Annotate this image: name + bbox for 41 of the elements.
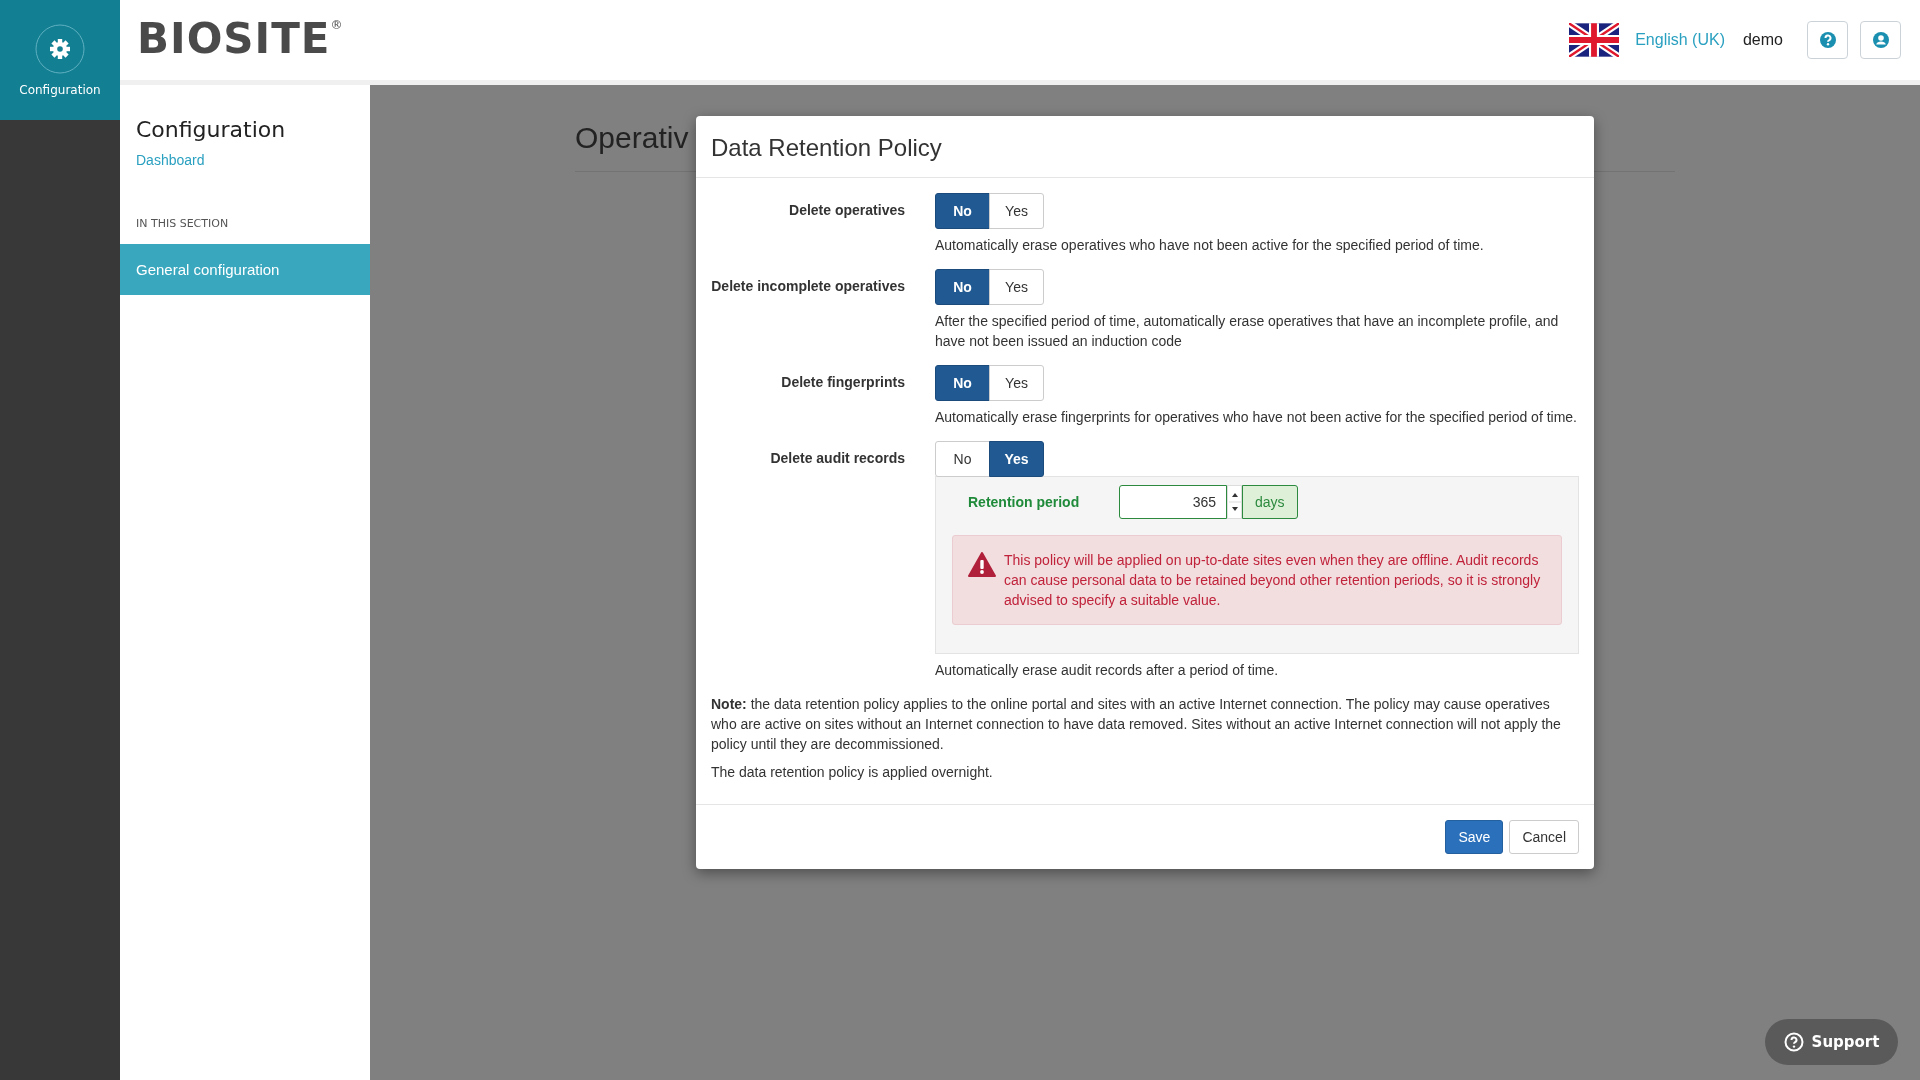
toggle-option[interactable]: Yes: [989, 193, 1044, 229]
toggle-option[interactable]: No: [935, 365, 990, 401]
help-icon: [1818, 31, 1837, 49]
setting-label: Delete audit records: [769, 449, 905, 468]
toggle-option[interactable]: No: [935, 193, 990, 229]
toggle-option[interactable]: Yes: [989, 441, 1044, 477]
setting-label: Delete operatives: [788, 201, 905, 220]
help-text: Automatically erase fingerprints for operatives who have not been active for the specified period of time.: [935, 408, 1578, 427]
note-text: The data retention policy is applied overnight.: [711, 764, 994, 780]
logo: BIOSITE$^{®}$: [137, 13, 344, 63]
cancel-button[interactable]: Cancel: [1509, 820, 1579, 854]
configuration-tile[interactable]: Configuration: [0, 0, 120, 120]
toggle-option[interactable]: No: [935, 269, 990, 305]
help-text: After the specified period of time, automatically erase operatives that have an incomplete profile, and have not been issued an induction code: [935, 312, 1560, 351]
gear-icon: [34, 23, 86, 75]
warning-text: This policy will be applied on up-to-date sites even when they are offline. Audit records can cause personal data to be retained beyond other retention periods, so it is strongly advised to specify a suitable value.: [1004, 551, 1542, 610]
unit-addon: days: [1242, 485, 1298, 519]
help-text: Automatically erase audit records after a period of time.: [935, 661, 1280, 680]
toggle-option[interactable]: Yes: [989, 269, 1044, 305]
retention-label: Retention period: [967, 494, 1081, 510]
user-button[interactable]: [1860, 21, 1901, 59]
setting-label: Delete incomplete operatives: [711, 277, 905, 296]
section-heading: IN THIS SECTION: [135, 216, 230, 232]
help-button[interactable]: [1807, 21, 1848, 59]
page-title: Operativ: [575, 121, 689, 155]
sidebar-title: Configuration: [135, 117, 287, 142]
help-text: Automatically erase operatives who have not been active for the specified period of time.: [935, 236, 1485, 255]
warning-icon: [968, 552, 996, 577]
save-button[interactable]: Save: [1445, 820, 1504, 854]
flag-icon: [1569, 23, 1620, 57]
toggle-option[interactable]: Yes: [989, 365, 1044, 401]
user-icon: [1871, 31, 1890, 49]
setting-label: Delete fingerprints: [780, 373, 905, 392]
username: demo: [1742, 31, 1783, 49]
note-text: Note: the data retention policy applies to the online portal and sites with an active Internet connection. The policy may cause operatives who are active on sites without an Internet connection to have data removed. Sites without an active Internet connection will not apply the policy until they are decommissioned.: [711, 695, 1562, 754]
help-icon: [1783, 1032, 1804, 1052]
toggle-option[interactable]: No: [935, 441, 990, 477]
support-button[interactable]: Support: [1765, 1019, 1898, 1065]
dialog-title: Data Retention Policy: [711, 134, 943, 162]
retention-field[interactable]: 365: [1119, 485, 1227, 519]
spinner-icon[interactable]: [1227, 485, 1242, 519]
